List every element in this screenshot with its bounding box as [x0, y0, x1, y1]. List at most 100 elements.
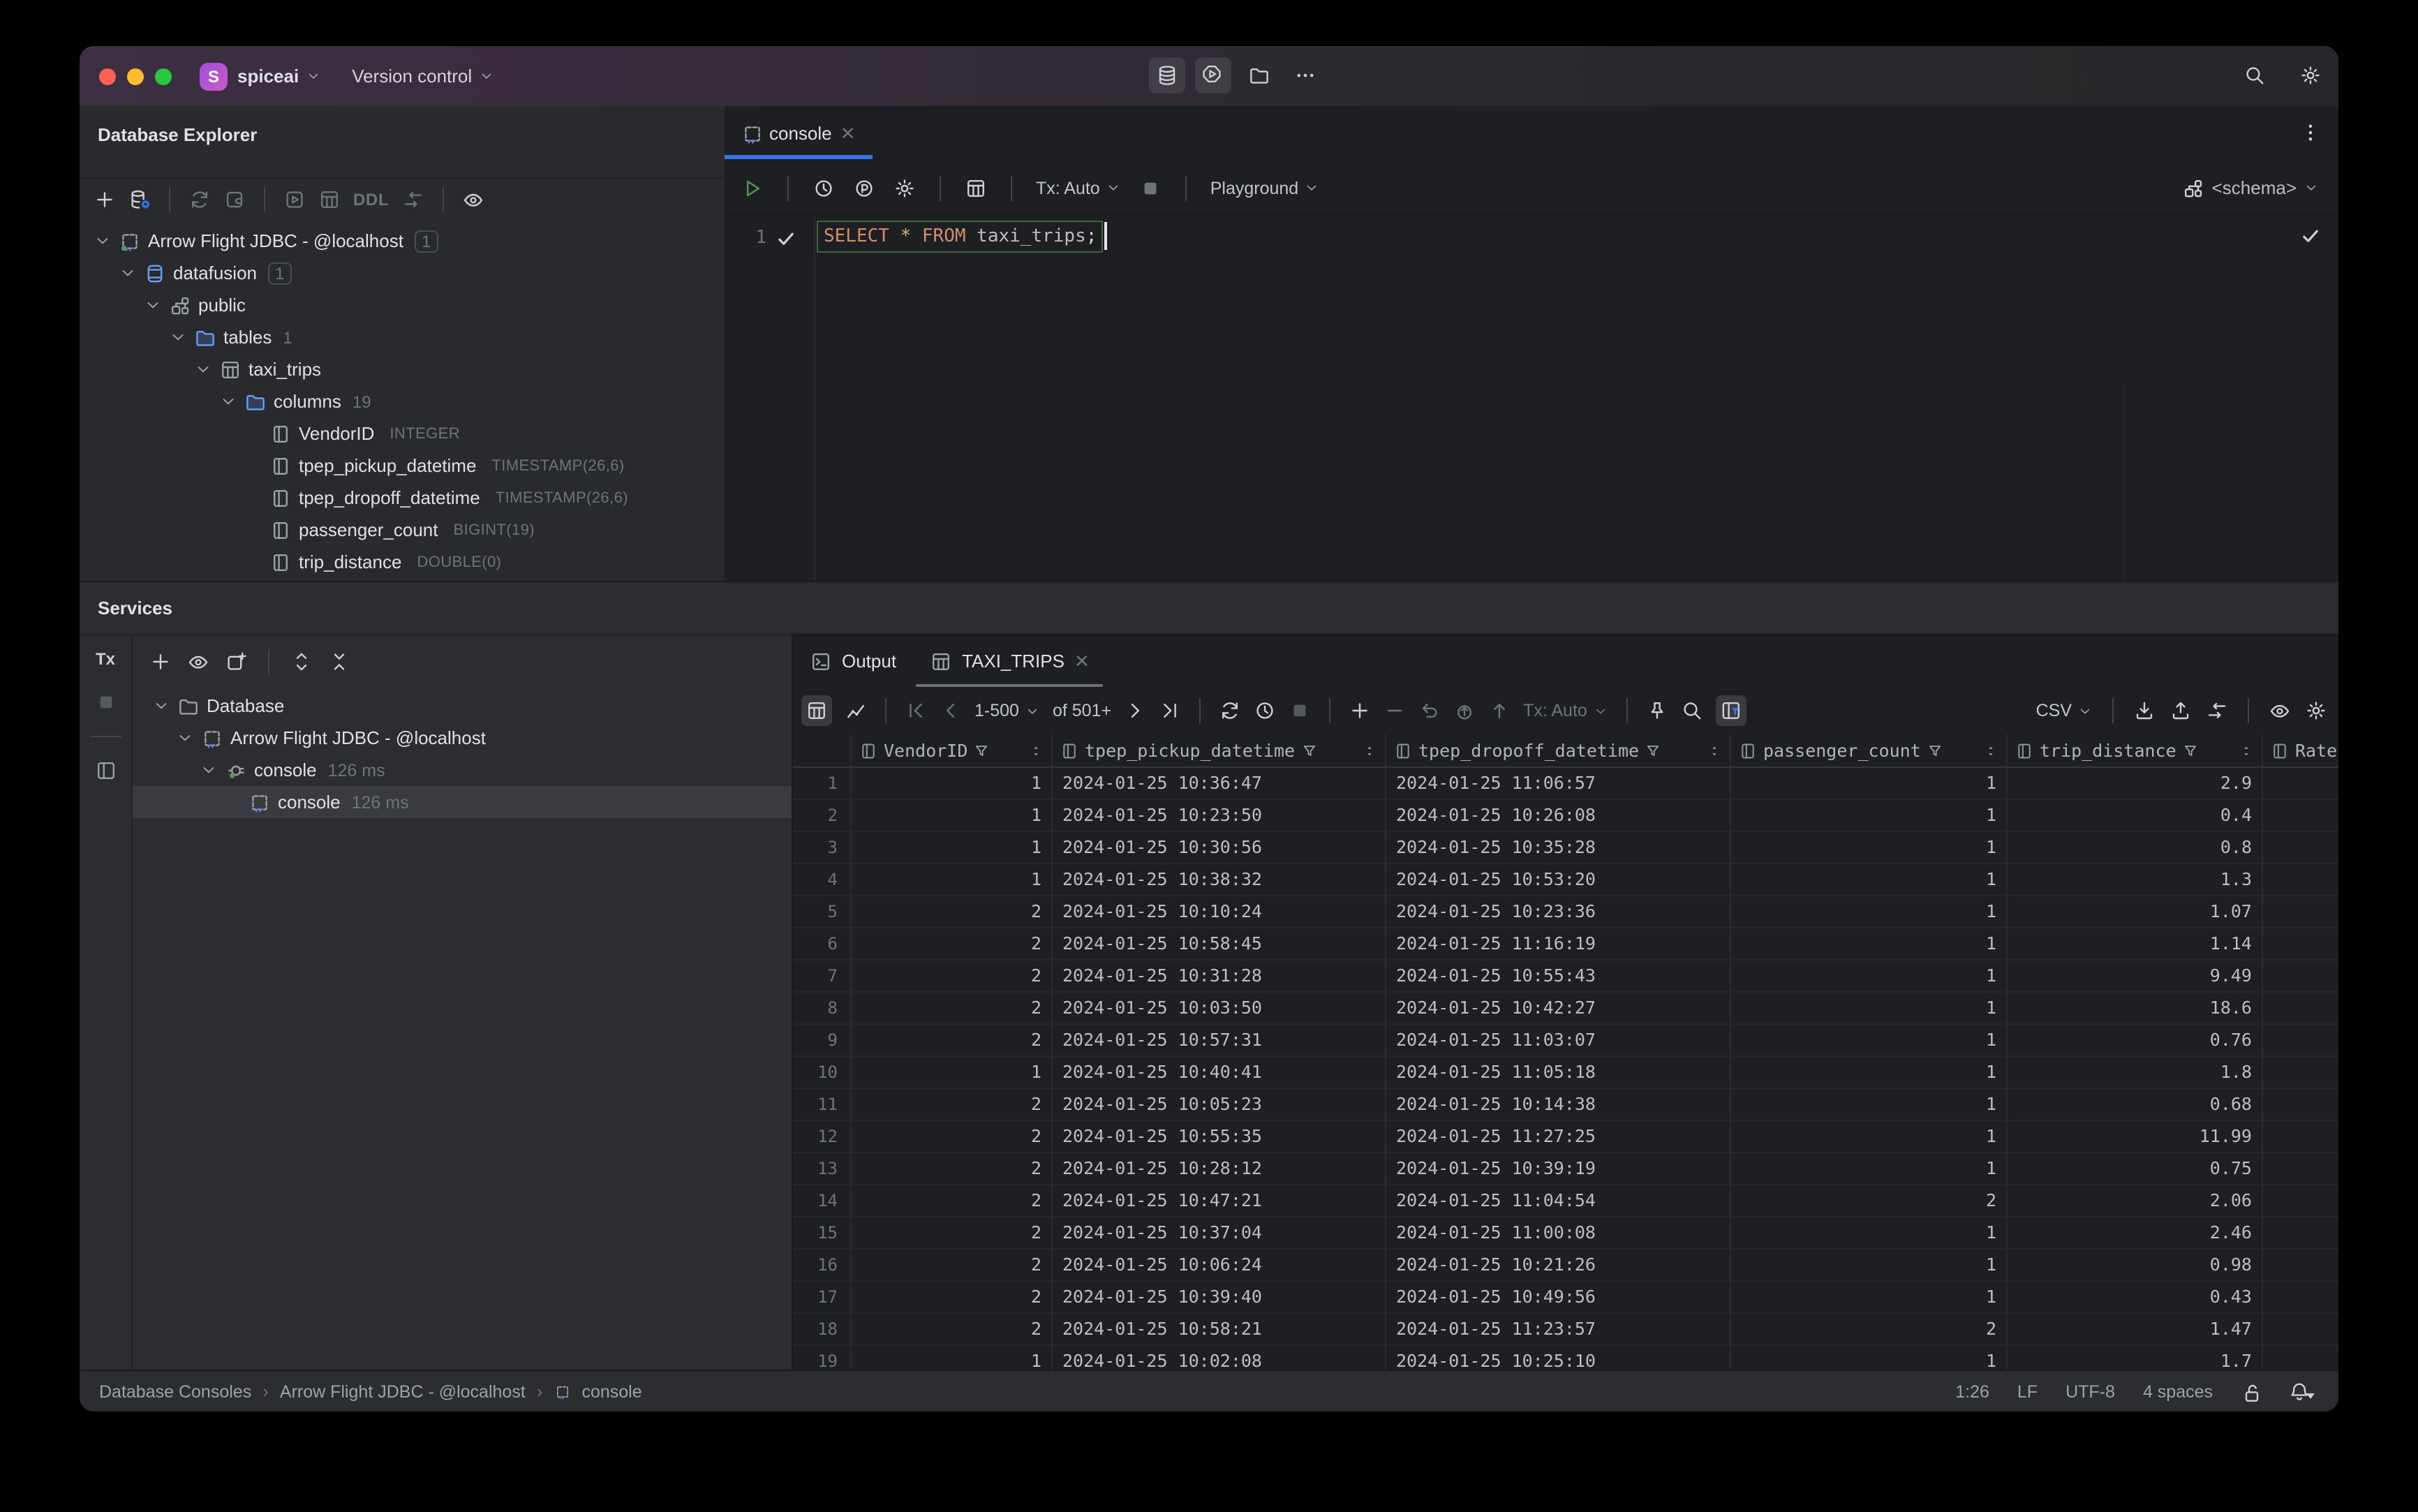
close-tab-icon[interactable]: ✕: [840, 124, 856, 142]
cell[interactable]: [2263, 1153, 2338, 1184]
cell[interactable]: 0.68: [2008, 1089, 2263, 1120]
tree-item[interactable]: datafusion 1: [80, 257, 725, 289]
datasource-properties-button[interactable]: [128, 188, 151, 211]
cell[interactable]: 2: [852, 1089, 1053, 1120]
find-in-grid-icon[interactable]: [1681, 699, 1703, 722]
cell[interactable]: [2263, 1185, 2338, 1216]
cell[interactable]: [2263, 993, 2338, 1023]
cell[interactable]: 2.06: [2008, 1185, 2263, 1216]
playground-selector[interactable]: Playground: [1210, 178, 1320, 198]
cell[interactable]: 0.8: [2008, 832, 2263, 863]
cell[interactable]: 2: [852, 1314, 1053, 1344]
cell[interactable]: 2: [852, 1185, 1053, 1216]
filter-panel-button[interactable]: [1715, 695, 1746, 726]
cell[interactable]: 2024-01-25 10:39:40: [1053, 1282, 1386, 1312]
tab-taxi-trips[interactable]: TAXI_TRIPS ✕: [913, 635, 1106, 687]
row-number[interactable]: 16: [793, 1250, 852, 1280]
chevron-down-icon[interactable]: [94, 232, 112, 250]
chevron-down-icon[interactable]: [169, 328, 187, 346]
cell[interactable]: 1: [1731, 928, 2008, 959]
row-number[interactable]: 13: [793, 1153, 852, 1184]
query-history-clock-icon[interactable]: [1254, 699, 1276, 722]
cell[interactable]: 0.4: [2008, 800, 2263, 831]
pin-tab-icon[interactable]: [1646, 699, 1668, 722]
cell[interactable]: 1: [852, 1057, 1053, 1088]
column-header-Rate[interactable]: Rate: [2263, 734, 2338, 766]
cell[interactable]: [2263, 1250, 2338, 1280]
close-tab-icon[interactable]: ✕: [1074, 652, 1090, 670]
view-options-eye-icon[interactable]: [187, 650, 209, 672]
cell[interactable]: 0.75: [2008, 1153, 2263, 1184]
row-number[interactable]: 3: [793, 832, 852, 863]
filter-funnel-icon[interactable]: [1300, 742, 1317, 759]
cell[interactable]: 1: [1731, 961, 2008, 991]
cell[interactable]: 2024-01-25 10:10:24: [1053, 896, 1386, 927]
expand-all-icon[interactable]: [290, 650, 313, 672]
row-number[interactable]: 11: [793, 1089, 852, 1120]
cell[interactable]: 2024-01-25 10:23:36: [1386, 896, 1731, 927]
tree-item[interactable]: tpep_pickup_datetime TIMESTAMP(26,6): [80, 450, 725, 482]
tree-item[interactable]: VendorID INTEGER: [80, 417, 725, 450]
sort-icon[interactable]: [2238, 742, 2255, 759]
row-number[interactable]: 14: [793, 1185, 852, 1216]
page-size-selector[interactable]: 1-500: [974, 701, 1040, 720]
revert-icon[interactable]: [1418, 699, 1441, 722]
cell[interactable]: 1: [1731, 1121, 2008, 1152]
cell[interactable]: 2024-01-25 11:27:25: [1386, 1121, 1731, 1152]
cell[interactable]: 2024-01-25 11:16:19: [1386, 928, 1731, 959]
cell[interactable]: 2024-01-25 10:21:26: [1386, 1250, 1731, 1280]
cell[interactable]: 1: [852, 1346, 1053, 1370]
collapse-all-icon[interactable]: [328, 650, 350, 672]
console-settings-gear-icon[interactable]: [893, 177, 916, 199]
cell[interactable]: 2.46: [2008, 1217, 2263, 1248]
tree-item[interactable]: tpep_dropoff_datetime TIMESTAMP(26,6): [80, 482, 725, 514]
row-number[interactable]: 12: [793, 1121, 852, 1152]
cell[interactable]: 2024-01-25 10:28:12: [1053, 1153, 1386, 1184]
sort-icon[interactable]: [1706, 742, 1723, 759]
cell[interactable]: 2024-01-25 10:26:08: [1386, 800, 1731, 831]
cell[interactable]: 1: [1731, 1025, 2008, 1055]
database-tool-button[interactable]: [1149, 57, 1185, 94]
cell[interactable]: [2263, 1346, 2338, 1370]
cell[interactable]: 2: [852, 961, 1053, 991]
cell[interactable]: 2024-01-25 10:39:19: [1386, 1153, 1731, 1184]
row-number[interactable]: 2: [793, 800, 852, 831]
cell[interactable]: 9.49: [2008, 961, 2263, 991]
cell[interactable]: 2024-01-25 10:42:27: [1386, 993, 1731, 1023]
filter-funnel-icon[interactable]: [2182, 742, 2199, 759]
add-service-button[interactable]: [149, 650, 172, 672]
indent-size[interactable]: 4 spaces: [2143, 1381, 2213, 1401]
filter-funnel-icon[interactable]: [1927, 742, 1943, 759]
grid-view-button[interactable]: [801, 695, 832, 726]
jump-to-console-icon[interactable]: [283, 188, 306, 211]
cell[interactable]: 2024-01-25 10:58:45: [1053, 928, 1386, 959]
chevron-down-icon[interactable]: [144, 296, 162, 314]
tx-mode-selector[interactable]: Tx: Auto: [1036, 178, 1121, 198]
row-number[interactable]: 4: [793, 864, 852, 895]
tree-item[interactable]: taxi_trips: [80, 353, 725, 385]
chevron-down-icon[interactable]: [152, 697, 170, 715]
caret-position[interactable]: 1:26: [1955, 1381, 1989, 1401]
cell[interactable]: 1: [1731, 1217, 2008, 1248]
cell[interactable]: 0.43: [2008, 1282, 2263, 1312]
line-separator[interactable]: LF: [2017, 1381, 2038, 1401]
compare-arrows-icon[interactable]: [401, 188, 424, 211]
cell[interactable]: 2024-01-25 10:36:47: [1053, 768, 1386, 799]
cell[interactable]: 2024-01-25 11:04:54: [1386, 1185, 1731, 1216]
tree-item[interactable]: tables 1: [80, 321, 725, 353]
title-bar[interactable]: S spiceai Version control: [80, 46, 2338, 106]
cell[interactable]: 2024-01-25 10:49:56: [1386, 1282, 1731, 1312]
cell[interactable]: 1: [1731, 1282, 2008, 1312]
column-header-VendorID[interactable]: VendorID: [852, 734, 1053, 766]
row-number[interactable]: 10: [793, 1057, 852, 1088]
cell[interactable]: 1: [852, 864, 1053, 895]
view-options-eye-icon[interactable]: [461, 188, 484, 211]
cell[interactable]: 2024-01-25 10:30:56: [1053, 832, 1386, 863]
cell[interactable]: 2024-01-25 11:03:07: [1386, 1025, 1731, 1055]
row-number[interactable]: 15: [793, 1217, 852, 1248]
settings-gear-icon[interactable]: [2299, 64, 2322, 87]
cell[interactable]: 1: [1731, 896, 2008, 927]
row-number[interactable]: 7: [793, 961, 852, 991]
cell[interactable]: [2263, 1314, 2338, 1344]
parameters-icon[interactable]: [853, 177, 875, 199]
